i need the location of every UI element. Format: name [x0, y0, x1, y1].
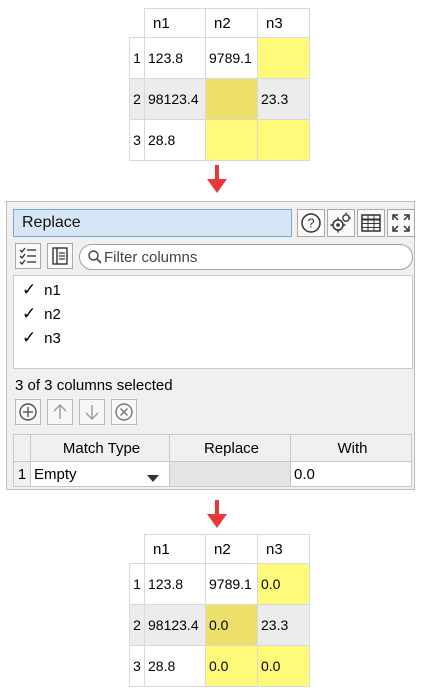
table-cell: 23.3	[257, 604, 310, 646]
match-type-value: Empty	[34, 465, 77, 483]
filter-columns-input[interactable]	[104, 247, 394, 267]
table-cell: 123.8	[144, 563, 206, 605]
replaced-cell-highlighted: 0.0	[205, 645, 258, 687]
column-header: n3	[257, 534, 310, 564]
filter-columns-field[interactable]	[79, 244, 413, 270]
svg-text:?: ?	[307, 216, 314, 231]
table-row: 1 123.8 9789.1 0.0	[129, 563, 310, 605]
empty-cell-highlighted	[205, 119, 258, 161]
table-row: 1 123.8 9789.1	[129, 37, 310, 79]
header-row: n1 n2 n3	[129, 534, 310, 564]
column-header: n2	[205, 534, 258, 564]
column-item-label: n3	[44, 330, 61, 347]
column-item-n1[interactable]: ✓ n1	[22, 278, 61, 302]
table-cell: 123.8	[144, 37, 206, 79]
row-number: 3	[129, 645, 145, 687]
panel-title[interactable]: Replace	[13, 209, 292, 237]
row-number: 2	[129, 604, 145, 646]
empty-cell-highlighted	[257, 37, 310, 79]
column-list: ✓ n1 ✓ n2 ✓ n3	[13, 275, 413, 369]
table-cell: 28.8	[144, 645, 206, 687]
list-view-icon	[52, 247, 68, 265]
with-value-cell[interactable]: 0.0	[290, 461, 412, 487]
remove-circle-icon	[115, 403, 133, 421]
table-cell: 98123.4	[144, 604, 206, 646]
column-header-with: With	[290, 434, 412, 462]
search-icon	[88, 250, 102, 264]
replace-value-cell[interactable]	[169, 461, 291, 487]
settings-button[interactable]	[327, 209, 355, 237]
help-icon: ?	[301, 213, 321, 233]
delete-row-button[interactable]	[111, 399, 137, 425]
dropdown-caret-icon	[147, 474, 159, 482]
checkmark-icon[interactable]: ✓	[22, 302, 40, 326]
table-cell: 28.8	[144, 119, 206, 161]
expand-button[interactable]	[387, 209, 415, 237]
table-view-icon	[361, 214, 381, 232]
corner-cell	[129, 8, 145, 38]
column-header-match-type: Match Type	[30, 434, 170, 462]
arrow-up-icon	[53, 404, 67, 419]
table-cell: 9789.1	[205, 37, 258, 79]
empty-cell-highlighted	[205, 78, 258, 120]
add-circle-icon	[19, 403, 37, 421]
table-cell: 23.3	[257, 78, 310, 120]
table-row: 2 98123.4 23.3	[129, 78, 310, 120]
column-header: n1	[144, 8, 206, 38]
replace-panel: Replace ? Filter columns ✓ n1 ✓ n2 ✓ n3 …	[6, 201, 415, 490]
row-number: 1	[13, 461, 31, 487]
row-number: 1	[129, 563, 145, 605]
table-row: 3 28.8	[129, 119, 310, 161]
settings-gears-icon	[330, 212, 351, 233]
table-cell: 98123.4	[144, 78, 206, 120]
down-arrow-icon	[207, 500, 227, 530]
replaced-cell-highlighted: 0.0	[257, 563, 310, 605]
checkmark-icon[interactable]: ✓	[22, 278, 40, 302]
move-up-button[interactable]	[47, 399, 73, 425]
header-row: Match Type Replace With	[13, 434, 412, 462]
add-row-button[interactable]	[15, 399, 41, 425]
table-row: 1 Empty 0.0	[13, 461, 412, 487]
column-header-replace: Replace	[169, 434, 291, 462]
column-item-n2[interactable]: ✓ n2	[22, 302, 61, 326]
column-header: n2	[205, 8, 258, 38]
column-header: n3	[257, 8, 310, 38]
expand-icon	[392, 214, 410, 232]
checkmark-icon[interactable]: ✓	[22, 326, 40, 350]
column-item-n3[interactable]: ✓ n3	[22, 326, 61, 350]
selection-status: 3 of 3 columns selected	[15, 377, 173, 394]
table-cell: 9789.1	[205, 563, 258, 605]
column-item-label: n2	[44, 306, 61, 323]
row-number: 2	[129, 78, 145, 120]
column-list-button[interactable]	[47, 243, 73, 269]
select-all-button[interactable]	[15, 243, 41, 269]
corner-cell	[13, 434, 31, 462]
header-row: n1 n2 n3	[129, 8, 310, 38]
checklist-icon	[19, 247, 36, 265]
arrow-down-icon	[85, 405, 99, 420]
row-number: 1	[129, 37, 145, 79]
table-view-button[interactable]	[357, 209, 385, 237]
corner-cell	[129, 534, 145, 564]
help-button[interactable]: ?	[297, 209, 325, 237]
move-down-button[interactable]	[79, 399, 105, 425]
column-header: n1	[144, 534, 206, 564]
input-data-table: n1 n2 n3 1 123.8 9789.1 2 98123.4 23.3 3…	[129, 8, 310, 161]
replaced-cell-highlighted: 0.0	[205, 604, 258, 646]
table-row: 2 98123.4 0.0 23.3	[129, 604, 310, 646]
row-number: 3	[129, 119, 145, 161]
output-data-table: n1 n2 n3 1 123.8 9789.1 0.0 2 98123.4 0.…	[129, 534, 310, 687]
table-row: 3 28.8 0.0 0.0	[129, 645, 310, 687]
replace-rules-table: Match Type Replace With 1 Empty 0.0	[13, 434, 412, 487]
empty-cell-highlighted	[257, 119, 310, 161]
column-item-label: n1	[44, 282, 61, 299]
down-arrow-icon	[207, 165, 227, 195]
replaced-cell-highlighted: 0.0	[257, 645, 310, 687]
match-type-dropdown[interactable]: Empty	[30, 461, 170, 487]
